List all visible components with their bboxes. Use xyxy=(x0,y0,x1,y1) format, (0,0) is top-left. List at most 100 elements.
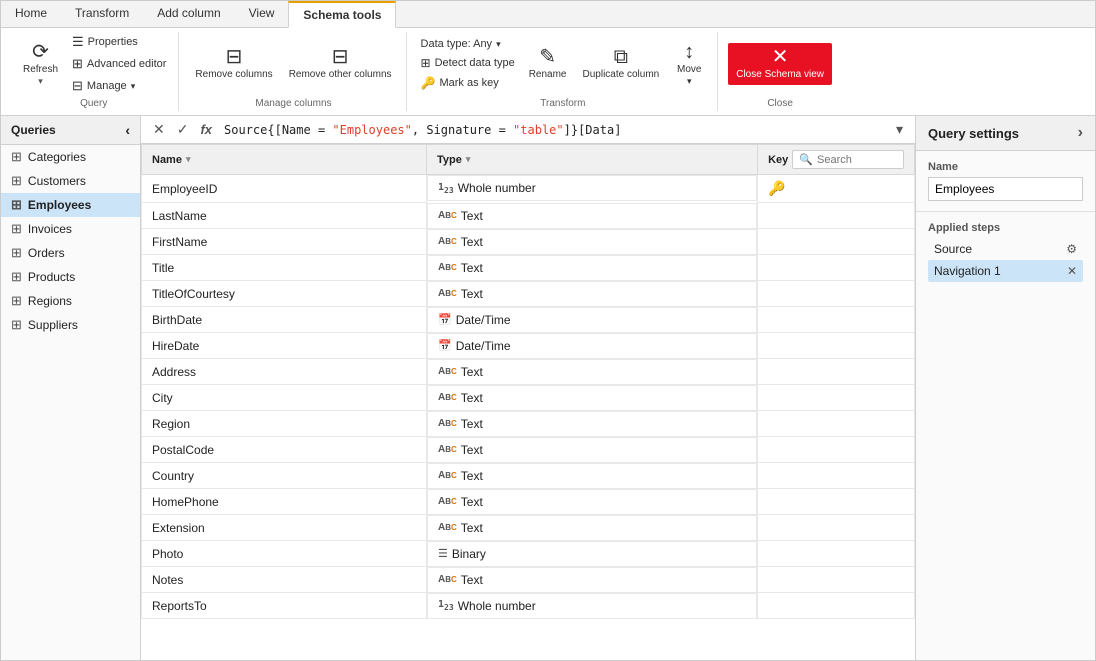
sidebar-item-customers[interactable]: ⊞ Customers xyxy=(1,169,140,193)
ribbon-group-manage-columns: ⊟ Remove columns ⊟ Remove other columns … xyxy=(181,32,406,111)
table-row[interactable]: NotesABC Text xyxy=(142,567,915,593)
move-label: Move xyxy=(677,64,701,76)
table-row[interactable]: PostalCodeABC Text xyxy=(142,437,915,463)
data-table-container[interactable]: Name ▾ Type ▾ xyxy=(141,144,915,660)
formula-confirm-button[interactable]: ✓ xyxy=(173,119,193,140)
table-icon: ⊞ xyxy=(11,293,22,309)
query-group-label: Query xyxy=(17,96,170,111)
duplicate-column-button[interactable]: ⧉ Duplicate column xyxy=(577,43,666,85)
table-row[interactable]: HomePhoneABC Text xyxy=(142,489,915,515)
cell-type: 📅 Date/Time xyxy=(427,333,757,359)
mark-key-icon: 🔑 xyxy=(421,76,436,90)
sidebar-item-employees[interactable]: ⊞ Employees xyxy=(1,193,140,217)
sidebar-item-label: Suppliers xyxy=(28,318,78,332)
detect-icon: ⊞ xyxy=(421,56,431,70)
table-row[interactable]: HireDate📅 Date/Time xyxy=(142,333,915,359)
duplicate-label: Duplicate column xyxy=(583,69,660,81)
properties-label: Properties xyxy=(88,36,138,48)
tab-add-column[interactable]: Add column xyxy=(143,1,234,27)
sidebar-item-label: Customers xyxy=(28,174,86,188)
table-row[interactable]: RegionABC Text xyxy=(142,411,915,437)
sidebar-item-label: Products xyxy=(28,270,75,284)
cell-key xyxy=(758,411,915,437)
table-icon: ⊞ xyxy=(11,317,22,333)
cell-name: PostalCode xyxy=(142,437,427,463)
detect-data-type-button[interactable]: ⊞ Detect data type xyxy=(417,54,519,72)
rename-label: Rename xyxy=(529,69,567,81)
col-name-label: Name xyxy=(152,154,182,166)
sidebar-item-invoices[interactable]: ⊞ Invoices xyxy=(1,217,140,241)
table-row[interactable]: TitleABC Text xyxy=(142,255,915,281)
search-box[interactable]: 🔍 xyxy=(792,150,904,169)
step-navigation-delete-icon[interactable]: ✕ xyxy=(1067,264,1077,278)
cell-key xyxy=(758,593,915,619)
cell-name: City xyxy=(142,385,427,411)
manage-arrow: ▾ xyxy=(131,81,136,92)
sidebar-item-regions[interactable]: ⊞ Regions xyxy=(1,289,140,313)
advanced-editor-button[interactable]: ⊞ Advanced editor xyxy=(68,54,170,74)
table-row[interactable]: FirstNameABC Text xyxy=(142,229,915,255)
sidebar-list: ⊞ Categories ⊞ Customers ⊞ Employees ⊞ I… xyxy=(1,145,140,660)
sidebar: Queries ‹ ⊞ Categories ⊞ Customers ⊞ Emp… xyxy=(1,116,141,660)
table-row[interactable]: BirthDate📅 Date/Time xyxy=(142,307,915,333)
qs-name-input[interactable] xyxy=(928,177,1083,201)
sidebar-item-categories[interactable]: ⊞ Categories xyxy=(1,145,140,169)
search-input[interactable] xyxy=(817,154,897,166)
cell-name: BirthDate xyxy=(142,307,427,333)
cell-type: ABC Text xyxy=(427,515,757,541)
formula-cancel-button[interactable]: ✕ xyxy=(149,119,169,140)
cell-key xyxy=(758,333,915,359)
cell-type: ABC Text xyxy=(427,255,757,281)
qs-expand-button[interactable]: › xyxy=(1078,124,1083,142)
close-schema-label: Close Schema view xyxy=(736,69,824,81)
tab-home[interactable]: Home xyxy=(1,1,61,27)
table-row[interactable]: ExtensionABC Text xyxy=(142,515,915,541)
close-schema-button[interactable]: ✕ Close Schema view xyxy=(728,43,832,85)
move-button[interactable]: ↕ Move ▾ xyxy=(669,38,709,91)
ribbon: Home Transform Add column View Schema to… xyxy=(1,1,1095,116)
table-row[interactable]: CityABC Text xyxy=(142,385,915,411)
data-type-label: Data type: Any xyxy=(421,38,493,50)
mark-as-key-button[interactable]: 🔑 Mark as key xyxy=(417,74,519,92)
remove-other-columns-button[interactable]: ⊟ Remove other columns xyxy=(283,43,398,85)
move-arrow: ▾ xyxy=(687,76,692,87)
refresh-button[interactable]: ⟳ Refresh ▾ xyxy=(17,38,64,91)
formula-input[interactable]: Source{[Name = "Employees", Signature = … xyxy=(220,121,888,139)
sidebar-item-orders[interactable]: ⊞ Orders xyxy=(1,241,140,265)
remove-columns-button[interactable]: ⊟ Remove columns xyxy=(189,43,278,85)
rename-icon: ✎ xyxy=(539,47,556,67)
cell-name: Region xyxy=(142,411,427,437)
table-row[interactable]: ReportsTo123 Whole number xyxy=(142,593,915,619)
formula-expand-button[interactable]: ▾ xyxy=(892,119,907,140)
data-type-button[interactable]: Data type: Any ▾ xyxy=(417,36,519,52)
sidebar-item-suppliers[interactable]: ⊞ Suppliers xyxy=(1,313,140,337)
table-row[interactable]: LastNameABC Text xyxy=(142,203,915,229)
table-row[interactable]: TitleOfCourtesyABC Text xyxy=(142,281,915,307)
step-source[interactable]: Source ⚙ xyxy=(928,238,1083,260)
col-header-type[interactable]: Type ▾ xyxy=(427,145,758,175)
rename-button[interactable]: ✎ Rename xyxy=(523,43,573,85)
cell-name: Address xyxy=(142,359,427,385)
ribbon-tabs: Home Transform Add column View Schema to… xyxy=(1,1,1095,28)
tab-transform[interactable]: Transform xyxy=(61,1,143,27)
tab-schema-tools[interactable]: Schema tools xyxy=(288,1,396,28)
tab-view[interactable]: View xyxy=(235,1,289,27)
properties-button[interactable]: ☰ Properties xyxy=(68,32,170,52)
sidebar-collapse-icon[interactable]: ‹ xyxy=(125,122,130,138)
table-row[interactable]: EmployeeID123 Whole number🔑 xyxy=(142,175,915,203)
manage-button[interactable]: ⊟ Manage ▾ xyxy=(68,76,170,96)
col-header-key[interactable]: Key 🔍 xyxy=(758,145,915,175)
step-navigation1[interactable]: Navigation 1 ✕ xyxy=(928,260,1083,282)
qs-steps-section: Applied steps Source ⚙ Navigation 1 ✕ xyxy=(916,212,1095,292)
remove-other-icon: ⊟ xyxy=(332,47,349,67)
col-header-name[interactable]: Name ▾ xyxy=(142,145,427,175)
table-row[interactable]: AddressABC Text xyxy=(142,359,915,385)
cell-name: Extension xyxy=(142,515,427,541)
table-row[interactable]: CountryABC Text xyxy=(142,463,915,489)
table-row[interactable]: Photo☰ Binary xyxy=(142,541,915,567)
step-source-gear-icon[interactable]: ⚙ xyxy=(1066,242,1077,256)
properties-icon: ☰ xyxy=(72,34,84,50)
table-icon: ⊞ xyxy=(11,269,22,285)
sidebar-item-label: Invoices xyxy=(28,222,72,236)
sidebar-item-products[interactable]: ⊞ Products xyxy=(1,265,140,289)
